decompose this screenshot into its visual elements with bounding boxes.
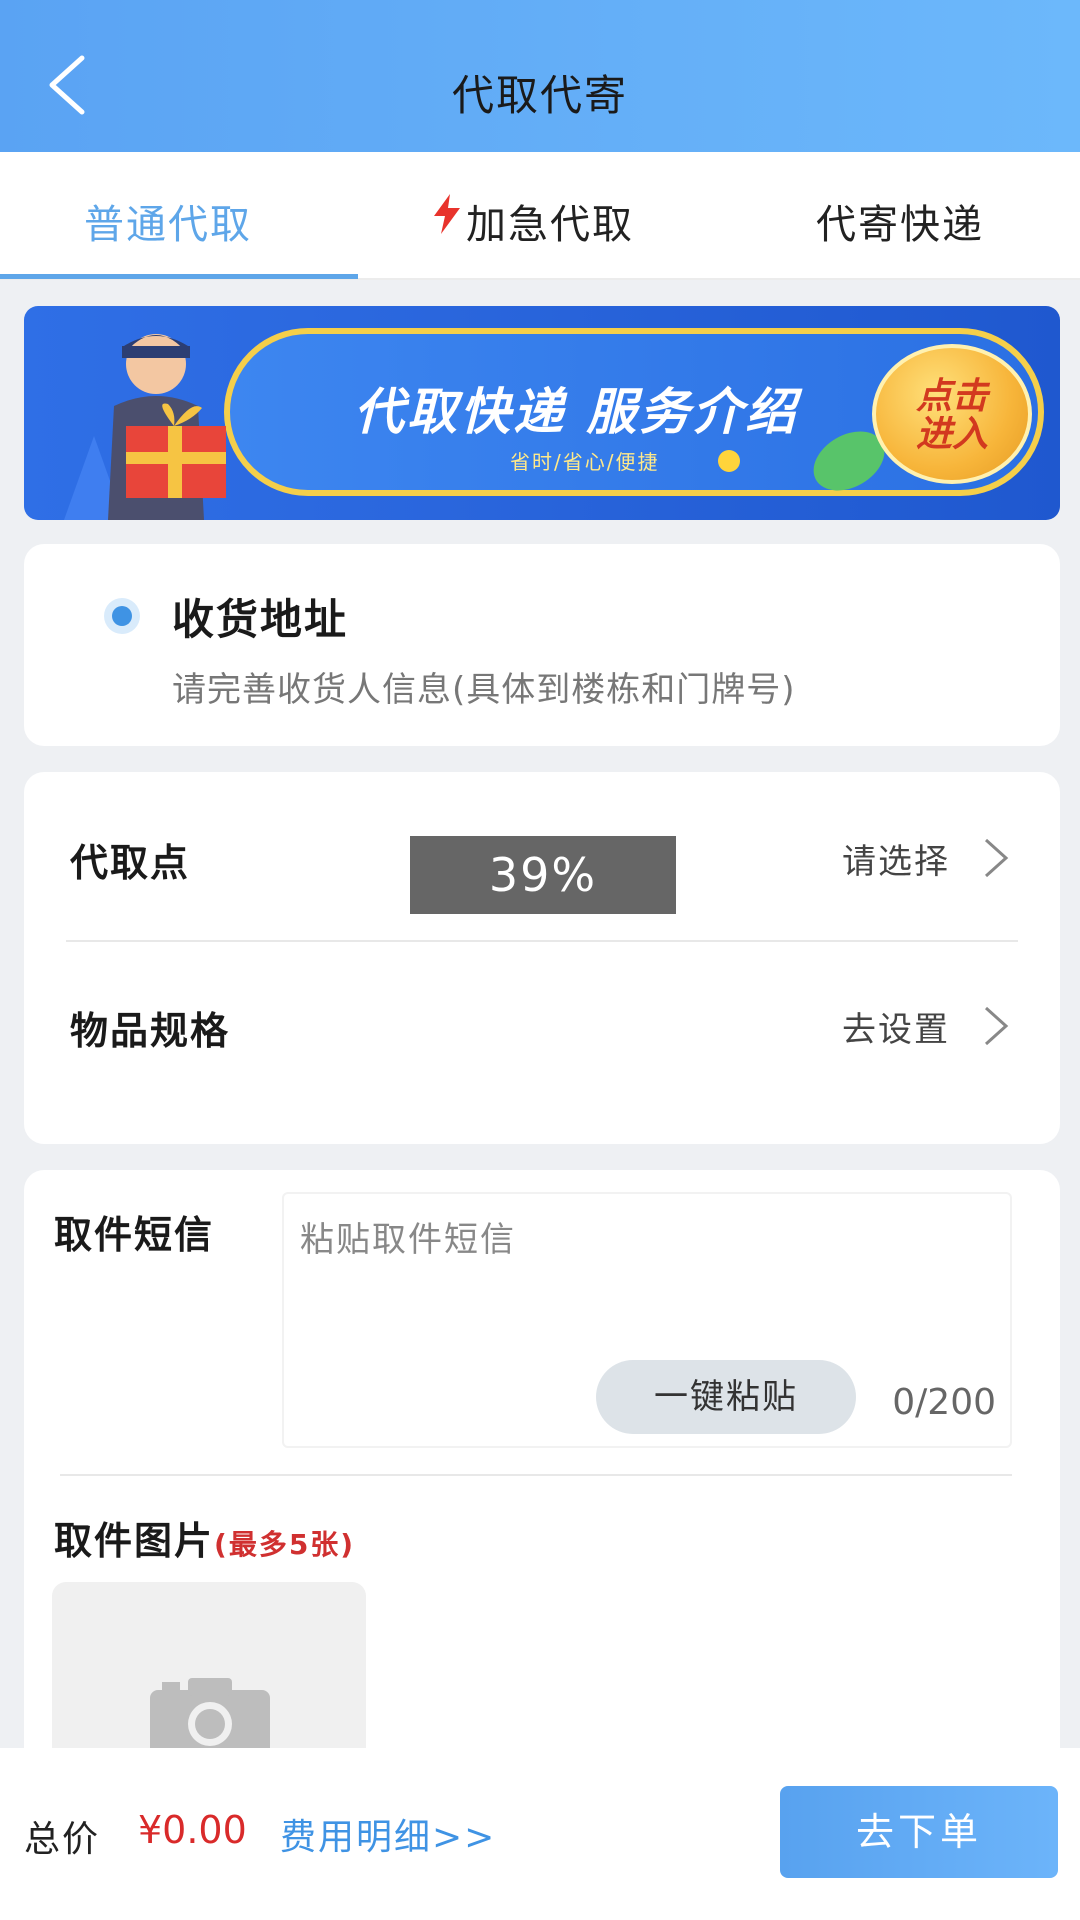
loading-progress-overlay: 39% — [410, 836, 676, 914]
camera-icon — [150, 1678, 270, 1756]
tab-normal-pickup[interactable]: 普通代取 — [84, 192, 252, 250]
sms-placeholder: 粘贴取件短信 — [300, 1220, 516, 1260]
sms-textarea[interactable]: 粘贴取件短信 一键粘贴 0/200 — [282, 1192, 1012, 1448]
item-spec-row[interactable]: 物品规格 去设置 — [24, 942, 1060, 1112]
active-tab-indicator — [0, 274, 358, 279]
banner-subtitle: 省时/省心/便捷 — [510, 450, 660, 474]
sms-label: 取件短信 — [54, 1213, 215, 1257]
courier-illustration-icon — [64, 334, 226, 520]
sms-char-count: 0/200 — [892, 1382, 996, 1423]
radio-dot-icon — [104, 598, 140, 634]
chevron-right-icon — [984, 1006, 1009, 1046]
address-title: 收货地址 — [172, 595, 349, 644]
chevron-right-icon — [984, 838, 1009, 878]
place-order-button[interactable]: 去下单 — [780, 1786, 1058, 1878]
tab-urgent-label: 加急代取 — [466, 202, 634, 248]
tab-urgent-pickup[interactable]: 加急代取 — [432, 192, 634, 250]
banner-enter-button[interactable]: 点击 进入 — [872, 344, 1032, 484]
item-spec-value: 去设置 — [842, 1010, 950, 1050]
banner-button-line1: 点击 — [915, 376, 988, 417]
photo-label-text: 取件图片 — [54, 1519, 215, 1563]
pickup-point-value: 请选择 — [842, 842, 950, 882]
paste-button[interactable]: 一键粘贴 — [596, 1360, 856, 1434]
total-label: 总价 — [24, 1819, 101, 1860]
bottom-order-bar: 总价 ¥0.00 费用明细>> 去下单 — [0, 1748, 1080, 1920]
fee-detail-link[interactable]: 费用明细>> — [280, 1808, 496, 1860]
lightning-icon — [434, 194, 460, 234]
address-subtitle: 请完善收货人信息(具体到楼栋和门牌号) — [172, 670, 796, 710]
item-spec-label: 物品规格 — [70, 1009, 231, 1053]
total-price: ¥0.00 — [138, 1808, 247, 1852]
banner-arrow-dot-icon — [718, 450, 740, 472]
photo-label: 取件图片(最多5张) — [54, 1510, 355, 1565]
page-title: 代取代寄 — [451, 71, 628, 120]
app-header: 代取代寄 — [0, 0, 1080, 152]
banner-button-line2: 进入 — [915, 414, 988, 455]
pickup-options-card: 代取点 请选择 物品规格 去设置 — [24, 772, 1060, 1144]
tab-send-express[interactable]: 代寄快递 — [816, 192, 984, 250]
pickup-point-label: 代取点 — [70, 841, 191, 885]
service-intro-banner[interactable]: 代取快递 服务介绍 省时/省心/便捷 点击 进入 — [24, 306, 1060, 520]
tab-bar: 普通代取 加急代取 代寄快递 — [0, 152, 1080, 280]
address-card[interactable]: 收货地址 请完善收货人信息(具体到楼栋和门牌号) — [24, 544, 1060, 746]
section-divider — [60, 1474, 1012, 1476]
pickup-info-card: 取件短信 粘贴取件短信 一键粘贴 0/200 取件图片(最多5张) — [24, 1170, 1060, 1790]
banner-title: 代取快递 服务介绍 — [354, 383, 799, 441]
photo-limit-hint: (最多5张) — [214, 1528, 356, 1561]
